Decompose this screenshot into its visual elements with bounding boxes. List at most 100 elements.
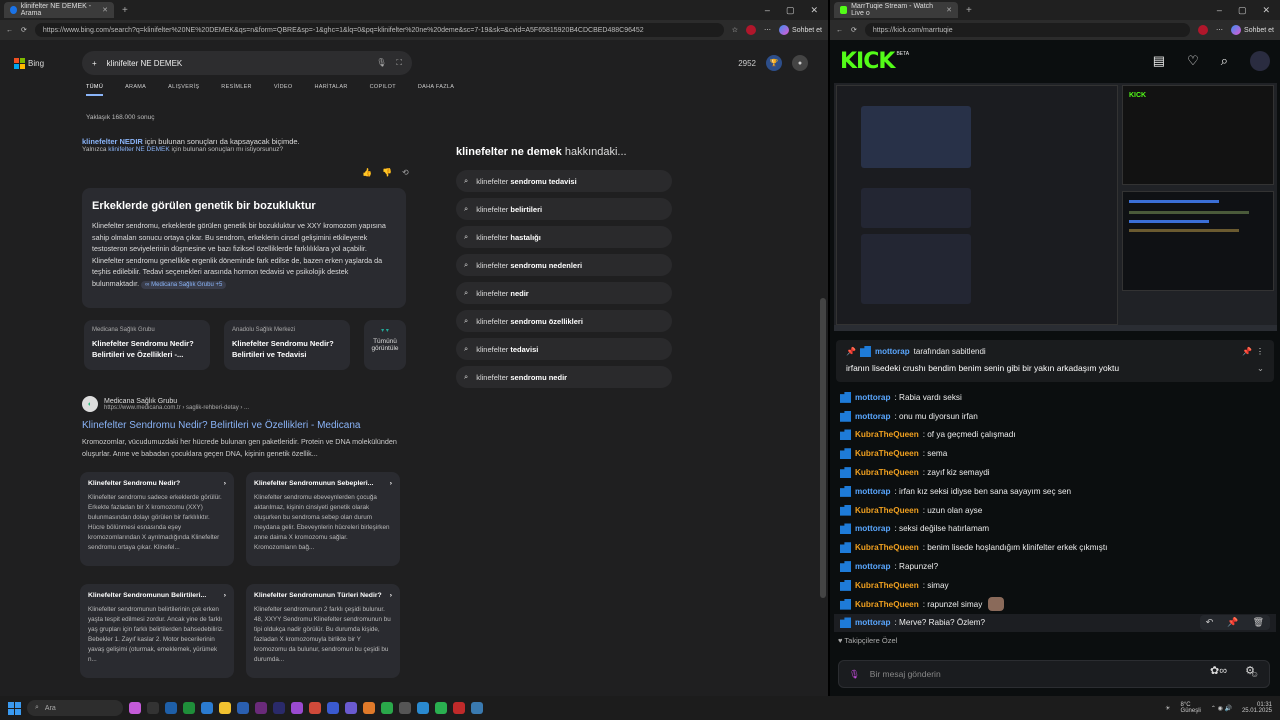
reload-icon[interactable]: ⟳ — [21, 26, 27, 34]
chat-username[interactable]: KubraTheQueen — [855, 600, 919, 609]
tab-maps[interactable]: HARİTALAR — [314, 84, 347, 96]
chat-username[interactable]: mottorap — [855, 487, 890, 496]
following-icon[interactable]: ▤ — [1153, 53, 1165, 69]
corrected-query-link[interactable]: klinefelter NEDIR — [82, 137, 143, 146]
chrome-icon[interactable] — [435, 702, 447, 714]
url-input[interactable]: https://kick.com/marrtuqie — [864, 23, 1191, 37]
maximize-icon[interactable]: ▢ — [1238, 5, 1247, 16]
excel-icon[interactable] — [183, 702, 195, 714]
tab-all[interactable]: TÜMÜ — [86, 84, 104, 96]
favorites-icon[interactable]: ☆ — [732, 26, 738, 34]
start-icon[interactable] — [8, 701, 21, 715]
visual-search-icon[interactable]: ⛶ — [396, 58, 402, 68]
extension-icon[interactable] — [746, 25, 757, 35]
vscode-icon[interactable] — [417, 702, 429, 714]
copilot-chat-button[interactable]: Sohbet et — [779, 25, 822, 35]
copilot-icon[interactable] — [129, 702, 141, 714]
result-title-link[interactable]: Klinefelter Sendromu Nedir? Belirtileri … — [82, 420, 360, 431]
tab-kick-stream[interactable]: MarrTuqie Stream - Watch Live o ✕ — [834, 2, 958, 18]
related-search-item[interactable]: ⌕ klinefelter nedir — [456, 282, 672, 304]
premiere-icon[interactable] — [255, 702, 267, 714]
close-window-icon[interactable]: ✕ — [810, 5, 818, 16]
chat-username[interactable]: mottorap — [855, 562, 890, 571]
share-icon[interactable]: ⟲ — [402, 168, 409, 177]
tab-shopping[interactable]: ALIŞVERİŞ — [168, 84, 199, 96]
maximize-icon[interactable]: ▢ — [786, 5, 795, 16]
chat-username[interactable]: KubraTheQueen — [855, 581, 919, 590]
url-input[interactable]: https://www.bing.com/search?q=klinifelte… — [34, 23, 724, 37]
app-icon[interactable] — [471, 702, 483, 714]
taskview-icon[interactable] — [147, 702, 159, 714]
back-icon[interactable]: ← — [6, 27, 13, 34]
back-icon[interactable]: ← — [836, 27, 843, 34]
chat-username[interactable]: mottorap — [855, 524, 890, 533]
tab-more[interactable]: DAHA FAZLA — [418, 84, 454, 96]
discord-icon[interactable] — [327, 702, 339, 714]
kick-logo[interactable]: KICK — [840, 49, 895, 74]
close-tab-icon[interactable]: ✕ — [946, 6, 952, 14]
microphone-icon[interactable]: 🎙 — [849, 669, 860, 680]
app-icon[interactable] — [309, 702, 321, 714]
related-search-item[interactable]: ⌕ klinefelter sendromu nedir — [456, 366, 672, 388]
tab-search[interactable]: ARAMA — [125, 84, 146, 96]
chat-username[interactable]: KubraTheQueen — [855, 468, 919, 477]
file-explorer-icon[interactable] — [219, 702, 231, 714]
source-card[interactable]: Anadolu Sağlık Merkezi Klinefelter Sendr… — [224, 320, 350, 370]
faq-card[interactable]: Klinefelter Sendromunun Sebepleri... › Kl… — [246, 472, 400, 566]
chevron-down-icon[interactable]: ⌄ — [1257, 363, 1264, 374]
faq-card[interactable]: Klinefelter Sendromu Nedir? › Klinefelter… — [80, 472, 234, 566]
related-search-item[interactable]: ⌕ klinefelter sendromu tedavisi — [456, 170, 672, 192]
chat-username[interactable]: KubraTheQueen — [855, 430, 919, 439]
teams-icon[interactable] — [345, 702, 357, 714]
chat-username[interactable]: KubraTheQueen — [855, 506, 919, 515]
delete-icon[interactable]: 🗑 — [1253, 617, 1264, 628]
new-tab-button[interactable]: + — [962, 5, 976, 16]
taskbar-search[interactable]: ⌕ Ara — [27, 700, 123, 716]
extension-icon[interactable] — [1198, 25, 1209, 35]
tab-video[interactable]: VİDEO — [274, 84, 293, 96]
weather[interactable]: 8°C Güneşli — [1181, 702, 1201, 714]
app-icon[interactable] — [453, 702, 465, 714]
copilot-chat-button[interactable]: Sohbet et — [1231, 25, 1274, 35]
stream-video[interactable]: KICK — [834, 83, 1277, 331]
app-icon[interactable] — [363, 702, 375, 714]
source-card[interactable]: Medicana Sağlık Grubu Klinefelter Sendro… — [84, 320, 210, 370]
menu-icon[interactable]: ⋯ — [1216, 26, 1223, 34]
close-window-icon[interactable]: ✕ — [1262, 5, 1270, 16]
network-icon[interactable]: ⌃ ◉ 🔊 — [1211, 705, 1232, 712]
microphone-icon[interactable]: 🎙 — [376, 58, 386, 68]
chat-username[interactable]: mottorap — [855, 393, 890, 402]
whatsapp-icon[interactable] — [381, 702, 393, 714]
clock[interactable]: 01:31 25.01.2025 — [1242, 702, 1272, 714]
thumbs-up-icon[interactable]: 👍 — [362, 168, 372, 177]
plus-icon[interactable]: + — [92, 59, 97, 68]
thumbs-down-icon[interactable]: 👎 — [382, 168, 392, 177]
tab-bing-search[interactable]: klinifelter NE DEMEK - Arama ✕ — [4, 2, 114, 18]
tab-images[interactable]: RESİMLER — [221, 84, 252, 96]
faq-card[interactable]: Klinefelter Sendromunun Belirtileri... › … — [80, 584, 234, 678]
search-icon[interactable]: ⌕ — [1221, 53, 1228, 69]
avatar[interactable]: ● — [792, 55, 808, 71]
minimize-icon[interactable]: – — [765, 5, 770, 16]
answer-source-chip[interactable]: ∞ Medicana Sağlık Grubu +5 — [141, 280, 227, 289]
tab-copilot[interactable]: COPILOT — [370, 84, 396, 96]
unpin-icon[interactable]: 📌 — [1242, 347, 1252, 356]
chat-username[interactable]: KubraTheQueen — [855, 543, 919, 552]
pinned-username[interactable]: mottorap — [875, 347, 910, 356]
reload-icon[interactable]: ⟳ — [851, 26, 857, 34]
bing-logo[interactable]: Bing — [14, 57, 82, 69]
app-icon[interactable] — [165, 702, 177, 714]
chat-username[interactable]: KubraTheQueen — [855, 449, 919, 458]
rewards-points[interactable]: 2952 — [738, 59, 756, 68]
related-search-item[interactable]: ⌕ klinefelter belirtileri — [456, 198, 672, 220]
related-search-item[interactable]: ⌕ klinefelter hastalığı — [456, 226, 672, 248]
related-search-item[interactable]: ⌕ klinefelter sendromu nedenleri — [456, 254, 672, 276]
app-icon[interactable] — [399, 702, 411, 714]
heart-icon[interactable]: ♡ — [1187, 53, 1199, 69]
menu-icon[interactable]: ⋯ — [764, 26, 771, 34]
related-search-item[interactable]: ⌕ klinefelter tedavisi — [456, 338, 672, 360]
scrollbar[interactable] — [820, 298, 826, 598]
aftereffects-icon[interactable] — [291, 702, 303, 714]
new-tab-button[interactable]: + — [118, 5, 132, 16]
chat-username[interactable]: mottorap — [855, 412, 890, 421]
